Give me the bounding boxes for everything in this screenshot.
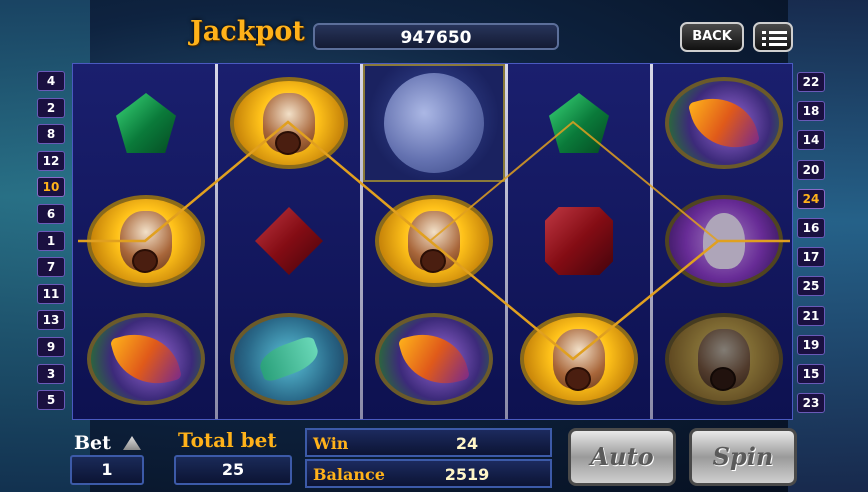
- reel-cell: [218, 182, 360, 300]
- payline-number[interactable]: 24: [797, 188, 825, 209]
- payline-number[interactable]: 8: [37, 124, 65, 145]
- payline-number[interactable]: 4: [37, 71, 65, 91]
- hummingbird-icon: [230, 313, 348, 405]
- auto-button[interactable]: Auto: [568, 428, 676, 486]
- balance-display: Balance 2519: [305, 459, 552, 488]
- total-bet-value: 25: [174, 455, 292, 485]
- reel-cell: [363, 64, 505, 182]
- payline-number[interactable]: 23: [797, 393, 825, 414]
- reel-cell: [75, 300, 217, 418]
- butterfly-icon: [87, 313, 205, 405]
- butterfly-icon: [665, 77, 783, 169]
- balance-value: 2519: [444, 465, 490, 484]
- payline-number[interactable]: 7: [37, 257, 65, 278]
- payline-number[interactable]: 2: [37, 97, 65, 118]
- reel-cell: [363, 300, 505, 418]
- payline-number[interactable]: 22: [797, 72, 825, 92]
- rabbit-icon: [665, 195, 783, 287]
- ruby-icon: [255, 207, 323, 275]
- menu-button[interactable]: [753, 22, 793, 52]
- payline-number[interactable]: 12: [37, 150, 65, 171]
- reel-cell: [75, 64, 217, 182]
- balance-label: Balance: [313, 465, 385, 484]
- emerald-icon: [549, 93, 609, 153]
- reel-area: [72, 63, 793, 420]
- reel-cell: [508, 64, 650, 182]
- reel-cell: [75, 182, 217, 300]
- reel-cell: [653, 300, 795, 418]
- jackpot-label: Jackpot: [190, 16, 305, 47]
- payline-number[interactable]: 19: [797, 334, 825, 355]
- payline-number[interactable]: 15: [797, 364, 825, 384]
- payline-number[interactable]: 25: [797, 276, 825, 297]
- win-display: Win 24: [305, 428, 552, 457]
- payline-number[interactable]: 21: [797, 305, 825, 326]
- payline-number[interactable]: 11: [37, 283, 65, 304]
- reel-5: [653, 64, 795, 419]
- reel-cell: [508, 300, 650, 418]
- reel-cell: [508, 182, 650, 300]
- reel-4: [508, 64, 650, 419]
- moon-icon: [363, 64, 505, 182]
- payline-number[interactable]: 5: [37, 390, 65, 411]
- emerald-icon: [116, 93, 176, 153]
- bet-label: Bet: [74, 432, 111, 454]
- payline-number[interactable]: 3: [37, 363, 65, 384]
- reel-cell: [218, 300, 360, 418]
- reel-cell: [653, 64, 795, 182]
- squirrel-icon: [87, 195, 205, 287]
- bet-value[interactable]: 1: [70, 455, 144, 485]
- reel-1: [75, 64, 217, 419]
- squirrel-icon: [665, 313, 783, 405]
- reel-cell: [653, 182, 795, 300]
- payline-number[interactable]: 13: [37, 310, 65, 331]
- payline-number[interactable]: 14: [797, 130, 825, 151]
- bet-increase-icon[interactable]: [123, 436, 141, 450]
- reel-3: [363, 64, 505, 419]
- payline-number[interactable]: 18: [797, 101, 825, 122]
- payline-number[interactable]: 6: [37, 204, 65, 224]
- total-bet-label: Total bet: [178, 428, 277, 452]
- reel-cell: [363, 182, 505, 300]
- win-value: 24: [455, 434, 479, 453]
- reel-cell: [218, 64, 360, 182]
- ruby-icon: [545, 207, 613, 275]
- payline-number[interactable]: 9: [37, 337, 65, 357]
- payline-number[interactable]: 16: [797, 218, 825, 238]
- payline-number[interactable]: 10: [37, 177, 65, 198]
- payline-number[interactable]: 20: [797, 159, 825, 180]
- jackpot-value: 947650: [313, 23, 559, 50]
- squirrel-icon: [375, 195, 493, 287]
- reel-2: [218, 64, 360, 419]
- butterfly-icon: [375, 313, 493, 405]
- squirrel-icon: [520, 313, 638, 405]
- payline-number[interactable]: 1: [37, 230, 65, 251]
- payline-number[interactable]: 17: [797, 247, 825, 268]
- back-button[interactable]: BACK: [680, 22, 744, 52]
- win-label: Win: [313, 434, 349, 453]
- spin-button[interactable]: Spin: [689, 428, 797, 486]
- squirrel-icon: [230, 77, 348, 169]
